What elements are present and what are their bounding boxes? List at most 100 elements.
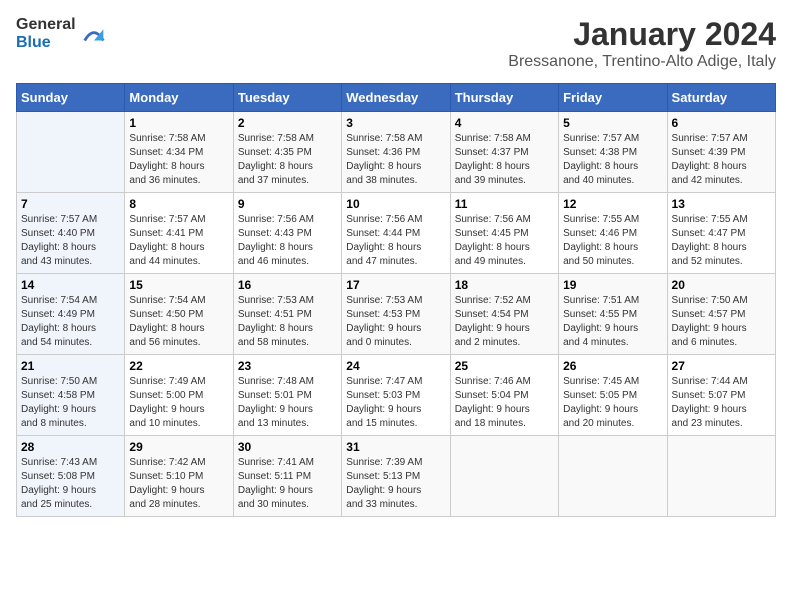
calendar-cell xyxy=(559,436,667,517)
day-detail: Sunrise: 7:49 AM Sunset: 5:00 PM Dayligh… xyxy=(129,375,228,431)
day-detail: Sunrise: 7:51 AM Sunset: 4:55 PM Dayligh… xyxy=(563,294,662,350)
day-detail: Sunrise: 7:53 AM Sunset: 4:51 PM Dayligh… xyxy=(238,294,337,350)
calendar-cell: 10 Sunrise: 7:56 AM Sunset: 4:44 PM Dayli… xyxy=(342,193,450,274)
day-detail: Sunrise: 7:43 AM Sunset: 5:08 PM Dayligh… xyxy=(21,456,120,512)
day-detail: Sunrise: 7:50 AM Sunset: 4:57 PM Dayligh… xyxy=(672,294,771,350)
day-detail: Sunrise: 7:57 AM Sunset: 4:40 PM Dayligh… xyxy=(21,213,120,269)
day-number: 26 xyxy=(563,359,662,373)
header-row: SundayMondayTuesdayWednesdayThursdayFrid… xyxy=(17,84,776,112)
calendar-cell xyxy=(17,112,125,193)
day-number: 31 xyxy=(346,440,445,454)
day-detail: Sunrise: 7:41 AM Sunset: 5:11 PM Dayligh… xyxy=(238,456,337,512)
calendar-cell: 27Sunrise: 7:44 AM Sunset: 5:07 PM Dayli… xyxy=(667,355,775,436)
calendar-cell: 26 Sunrise: 7:45 AM Sunset: 5:05 PM Dayli… xyxy=(559,355,667,436)
day-number: 10 xyxy=(346,197,445,211)
calendar-cell: 24 Sunrise: 7:47 AM Sunset: 5:03 PM Dayli… xyxy=(342,355,450,436)
calendar-cell: 16 Sunrise: 7:53 AM Sunset: 4:51 PM Dayli… xyxy=(233,274,341,355)
logo-icon xyxy=(80,20,108,48)
day-number: 1 xyxy=(129,116,228,130)
calendar-cell: 14 Sunrise: 7:54 AM Sunset: 4:49 PM Dayli… xyxy=(17,274,125,355)
logo-blue: Blue xyxy=(16,34,51,52)
calendar-cell: 25Sunrise: 7:46 AM Sunset: 5:04 PM Dayli… xyxy=(450,355,558,436)
calendar-cell: 12 Sunrise: 7:55 AM Sunset: 4:46 PM Dayli… xyxy=(559,193,667,274)
day-number: 20 xyxy=(672,278,771,292)
day-number: 13 xyxy=(672,197,771,211)
calendar-cell: 29 Sunrise: 7:42 AM Sunset: 5:10 PM Dayli… xyxy=(125,436,233,517)
day-number: 30 xyxy=(238,440,337,454)
calendar-cell: 5Sunrise: 7:57 AM Sunset: 4:38 PM Daylig… xyxy=(559,112,667,193)
column-header-saturday: Saturday xyxy=(667,84,775,112)
day-number: 8 xyxy=(129,197,228,211)
day-number: 27 xyxy=(672,359,771,373)
week-row-4: 21Sunrise: 7:50 AM Sunset: 4:58 PM Dayli… xyxy=(17,355,776,436)
day-detail: Sunrise: 7:54 AM Sunset: 4:50 PM Dayligh… xyxy=(129,294,228,350)
day-detail: Sunrise: 7:58 AM Sunset: 4:35 PM Dayligh… xyxy=(238,132,337,188)
day-number: 2 xyxy=(238,116,337,130)
column-header-friday: Friday xyxy=(559,84,667,112)
day-detail: Sunrise: 7:56 AM Sunset: 4:43 PM Dayligh… xyxy=(238,213,337,269)
calendar-table: SundayMondayTuesdayWednesdayThursdayFrid… xyxy=(16,83,776,517)
day-number: 24 xyxy=(346,359,445,373)
calendar-cell: 20 Sunrise: 7:50 AM Sunset: 4:57 PM Dayli… xyxy=(667,274,775,355)
calendar-cell: 18Sunrise: 7:52 AM Sunset: 4:54 PM Dayli… xyxy=(450,274,558,355)
day-number: 11 xyxy=(455,197,554,211)
day-number: 12 xyxy=(563,197,662,211)
day-detail: Sunrise: 7:55 AM Sunset: 4:46 PM Dayligh… xyxy=(563,213,662,269)
day-detail: Sunrise: 7:46 AM Sunset: 5:04 PM Dayligh… xyxy=(455,375,554,431)
calendar-cell: 11 Sunrise: 7:56 AM Sunset: 4:45 PM Dayli… xyxy=(450,193,558,274)
subtitle: Bressanone, Trentino-Alto Adige, Italy xyxy=(508,53,776,71)
day-number: 3 xyxy=(346,116,445,130)
column-header-sunday: Sunday xyxy=(17,84,125,112)
day-number: 14 xyxy=(21,278,120,292)
calendar-cell: 21Sunrise: 7:50 AM Sunset: 4:58 PM Dayli… xyxy=(17,355,125,436)
week-row-5: 28Sunrise: 7:43 AM Sunset: 5:08 PM Dayli… xyxy=(17,436,776,517)
logo-general: General xyxy=(16,16,76,34)
day-detail: Sunrise: 7:47 AM Sunset: 5:03 PM Dayligh… xyxy=(346,375,445,431)
day-number: 29 xyxy=(129,440,228,454)
calendar-cell: 6 Sunrise: 7:57 AM Sunset: 4:39 PM Daylig… xyxy=(667,112,775,193)
calendar-cell: 8 Sunrise: 7:57 AM Sunset: 4:41 PM Daylig… xyxy=(125,193,233,274)
day-number: 22 xyxy=(129,359,228,373)
day-number: 6 xyxy=(672,116,771,130)
day-detail: Sunrise: 7:57 AM Sunset: 4:39 PM Dayligh… xyxy=(672,132,771,188)
day-number: 7 xyxy=(21,197,120,211)
day-number: 17 xyxy=(346,278,445,292)
calendar-cell: 2 Sunrise: 7:58 AM Sunset: 4:35 PM Daylig… xyxy=(233,112,341,193)
day-detail: Sunrise: 7:58 AM Sunset: 4:37 PM Dayligh… xyxy=(455,132,554,188)
day-detail: Sunrise: 7:42 AM Sunset: 5:10 PM Dayligh… xyxy=(129,456,228,512)
calendar-cell: 4 Sunrise: 7:58 AM Sunset: 4:37 PM Daylig… xyxy=(450,112,558,193)
title-section: January 2024 Bressanone, Trentino-Alto A… xyxy=(508,16,776,71)
column-header-wednesday: Wednesday xyxy=(342,84,450,112)
day-number: 9 xyxy=(238,197,337,211)
calendar-cell: 3Sunrise: 7:58 AM Sunset: 4:36 PM Daylig… xyxy=(342,112,450,193)
calendar-cell: 23 Sunrise: 7:48 AM Sunset: 5:01 PM Dayli… xyxy=(233,355,341,436)
day-detail: Sunrise: 7:53 AM Sunset: 4:53 PM Dayligh… xyxy=(346,294,445,350)
day-detail: Sunrise: 7:56 AM Sunset: 4:44 PM Dayligh… xyxy=(346,213,445,269)
calendar-cell: 9 Sunrise: 7:56 AM Sunset: 4:43 PM Daylig… xyxy=(233,193,341,274)
day-detail: Sunrise: 7:57 AM Sunset: 4:41 PM Dayligh… xyxy=(129,213,228,269)
column-header-monday: Monday xyxy=(125,84,233,112)
main-title: January 2024 xyxy=(508,16,776,53)
day-detail: Sunrise: 7:52 AM Sunset: 4:54 PM Dayligh… xyxy=(455,294,554,350)
day-detail: Sunrise: 7:56 AM Sunset: 4:45 PM Dayligh… xyxy=(455,213,554,269)
day-number: 15 xyxy=(129,278,228,292)
day-number: 23 xyxy=(238,359,337,373)
day-detail: Sunrise: 7:48 AM Sunset: 5:01 PM Dayligh… xyxy=(238,375,337,431)
calendar-cell xyxy=(450,436,558,517)
day-detail: Sunrise: 7:45 AM Sunset: 5:05 PM Dayligh… xyxy=(563,375,662,431)
week-row-1: 1Sunrise: 7:58 AM Sunset: 4:34 PM Daylig… xyxy=(17,112,776,193)
header: General Blue January 2024 Bressanone, Tr… xyxy=(16,16,776,71)
day-number: 16 xyxy=(238,278,337,292)
day-detail: Sunrise: 7:54 AM Sunset: 4:49 PM Dayligh… xyxy=(21,294,120,350)
day-detail: Sunrise: 7:55 AM Sunset: 4:47 PM Dayligh… xyxy=(672,213,771,269)
calendar-cell: 30 Sunrise: 7:41 AM Sunset: 5:11 PM Dayli… xyxy=(233,436,341,517)
calendar-cell: 1Sunrise: 7:58 AM Sunset: 4:34 PM Daylig… xyxy=(125,112,233,193)
week-row-2: 7 Sunrise: 7:57 AM Sunset: 4:40 PM Daylig… xyxy=(17,193,776,274)
calendar-cell: 22 Sunrise: 7:49 AM Sunset: 5:00 PM Dayli… xyxy=(125,355,233,436)
calendar-cell: 13 Sunrise: 7:55 AM Sunset: 4:47 PM Dayli… xyxy=(667,193,775,274)
day-number: 4 xyxy=(455,116,554,130)
calendar-cell: 19Sunrise: 7:51 AM Sunset: 4:55 PM Dayli… xyxy=(559,274,667,355)
logo: General Blue xyxy=(16,16,108,52)
column-header-tuesday: Tuesday xyxy=(233,84,341,112)
day-detail: Sunrise: 7:50 AM Sunset: 4:58 PM Dayligh… xyxy=(21,375,120,431)
